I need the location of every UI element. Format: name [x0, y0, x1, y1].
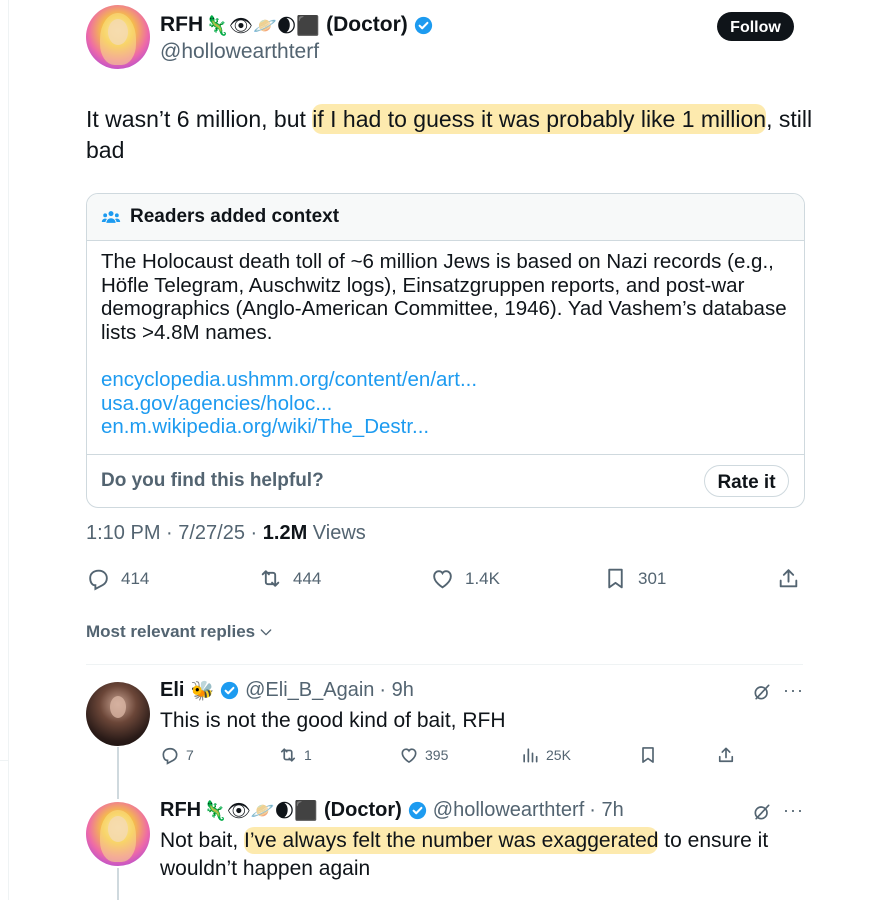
reply-2-text-highlight: I’ve always felt the number was exaggera…	[244, 827, 659, 854]
reply-1-handle[interactable]: @Eli_B_Again	[245, 679, 374, 702]
avatar-face	[110, 696, 126, 718]
note-source-link-1[interactable]: encyclopedia.ushmm.org/content/en/art...	[101, 368, 790, 392]
bookmark-icon	[608, 568, 623, 589]
bookmark-action[interactable]: 301	[603, 566, 666, 591]
bookmark-icon	[642, 747, 654, 763]
reply-action[interactable]: 414	[86, 566, 149, 591]
like-action[interactable]: 1.4K	[430, 566, 500, 591]
heart-icon	[401, 748, 417, 764]
tweet-text-highlight: if I had to guess it was probably like 1…	[312, 104, 767, 134]
share-icon	[718, 747, 734, 763]
reply-icon	[162, 747, 178, 765]
rate-it-button[interactable]: Rate it	[704, 465, 789, 497]
bookmark-count: 301	[638, 568, 667, 588]
community-note-heading: Readers added context	[130, 206, 340, 227]
author-name-suffix[interactable]: (Doctor)	[326, 13, 408, 37]
analytics-icon	[523, 748, 538, 763]
reply-1-views-action[interactable]: 25K	[520, 745, 571, 765]
reply-2-name-row[interactable]: RFH 🦎👁🪐🌒⬛ (Doctor) @hollowearthterf · 7h	[160, 799, 624, 822]
verified-badge-icon[interactable]	[408, 801, 427, 820]
author-name-emojis: 🦎👁🪐🌒⬛	[205, 14, 321, 37]
reply-2-name-suffix[interactable]: (Doctor)	[324, 799, 402, 822]
reply-2-text-part-1: Not bait,	[160, 829, 245, 852]
reply-1-reply-action[interactable]: 7	[160, 745, 194, 765]
reply-1-name-emoji: 🐝	[190, 680, 215, 702]
grok-icon[interactable]	[752, 682, 772, 702]
reply-1-display-name[interactable]: Eli	[160, 679, 184, 702]
repost-action[interactable]: 444	[258, 566, 321, 591]
divider	[86, 664, 803, 665]
left-border	[8, 0, 9, 900]
repost-icon	[280, 748, 296, 762]
reply-1-time[interactable]: · 9h	[379, 679, 413, 702]
reply-1-name-row[interactable]: Eli 🐝 @Eli_B_Again · 9h	[160, 679, 414, 702]
note-source-link-2[interactable]: usa.gov/agencies/holoc...	[101, 392, 790, 416]
share-action[interactable]	[776, 566, 811, 591]
share-icon	[779, 569, 798, 588]
author-handle[interactable]: @hollowearthterf	[160, 40, 319, 64]
note-source-link-3[interactable]: en.m.wikipedia.org/wiki/The_Destr...	[101, 415, 790, 439]
reply-sort-dropdown[interactable]: Most relevant replies	[86, 622, 274, 642]
reply-2-time[interactable]: · 7h	[589, 799, 623, 822]
reply-icon	[89, 569, 108, 591]
reply-2-text: Not bait, I’ve always felt the number wa…	[160, 827, 800, 883]
reply-2-display-name[interactable]: RFH	[160, 799, 201, 822]
verified-badge-icon[interactable]	[414, 16, 433, 35]
tweet-text-part-1: It wasn’t 6 million, but	[86, 106, 313, 132]
chevron-down-icon	[260, 629, 272, 636]
reply-1-like-count: 395	[425, 747, 449, 763]
follow-button[interactable]: Follow	[717, 12, 794, 41]
more-options-icon[interactable]: ···	[783, 680, 804, 701]
thread-line	[117, 868, 119, 900]
reply-count: 414	[121, 568, 150, 588]
thread-line	[117, 747, 119, 799]
views-count: 1.2M	[262, 522, 308, 544]
author-avatar[interactable]	[86, 5, 150, 69]
reply-1-avatar[interactable]	[86, 682, 150, 746]
left-divider	[0, 760, 8, 761]
verified-badge-icon[interactable]	[220, 681, 239, 700]
helpful-question: Do you find this helpful?	[101, 470, 324, 491]
reply-1-like-action[interactable]: 395	[399, 745, 448, 765]
repost-count: 444	[293, 568, 322, 588]
author-display-name[interactable]: RFH	[160, 13, 203, 37]
heart-icon	[433, 570, 452, 589]
reply-1-text: This is not the good kind of bait, RFH	[160, 709, 506, 732]
community-note-footer: Do you find this helpful? Rate it	[87, 454, 804, 507]
reply-1-reply-count: 7	[186, 747, 194, 763]
reply-1-repost-action[interactable]: 1	[278, 745, 312, 765]
reply-2-handle[interactable]: @hollowearthterf	[433, 799, 584, 822]
avatar-face	[108, 19, 128, 45]
like-count: 1.4K	[465, 568, 500, 588]
avatar-face	[108, 816, 128, 842]
community-note-links: encyclopedia.ushmm.org/content/en/art...…	[87, 344, 804, 439]
grok-icon[interactable]	[752, 802, 772, 822]
tweet-timestamp[interactable]: 1:10 PM · 7/27/25 ·	[86, 522, 263, 544]
views-label: Views	[307, 522, 366, 544]
reply-1-share-action[interactable]	[716, 745, 742, 765]
community-note: Readers added context The Holocaust deat…	[86, 193, 805, 508]
tweet-text: It wasn’t 6 million, but if I had to gue…	[86, 104, 816, 166]
people-icon	[101, 211, 121, 223]
reply-1-repost-count: 1	[304, 747, 312, 763]
reply-sort-label: Most relevant replies	[86, 622, 256, 641]
community-note-header: Readers added context	[87, 194, 804, 241]
reply-1-bookmark-action[interactable]	[638, 745, 664, 765]
author-name-row[interactable]: RFH 🦎👁🪐🌒⬛ (Doctor)	[160, 13, 433, 37]
reply-1-view-count: 25K	[546, 747, 571, 763]
community-note-body: The Holocaust death toll of ~6 million J…	[101, 250, 787, 344]
reply-2-avatar[interactable]	[86, 802, 150, 866]
reply-2-name-emojis: 🦎👁🪐🌒⬛	[203, 800, 319, 822]
tweet-meta: 1:10 PM · 7/27/25 · 1.2M Views	[86, 522, 366, 545]
repost-icon	[261, 570, 280, 587]
more-options-icon[interactable]: ···	[783, 800, 804, 821]
